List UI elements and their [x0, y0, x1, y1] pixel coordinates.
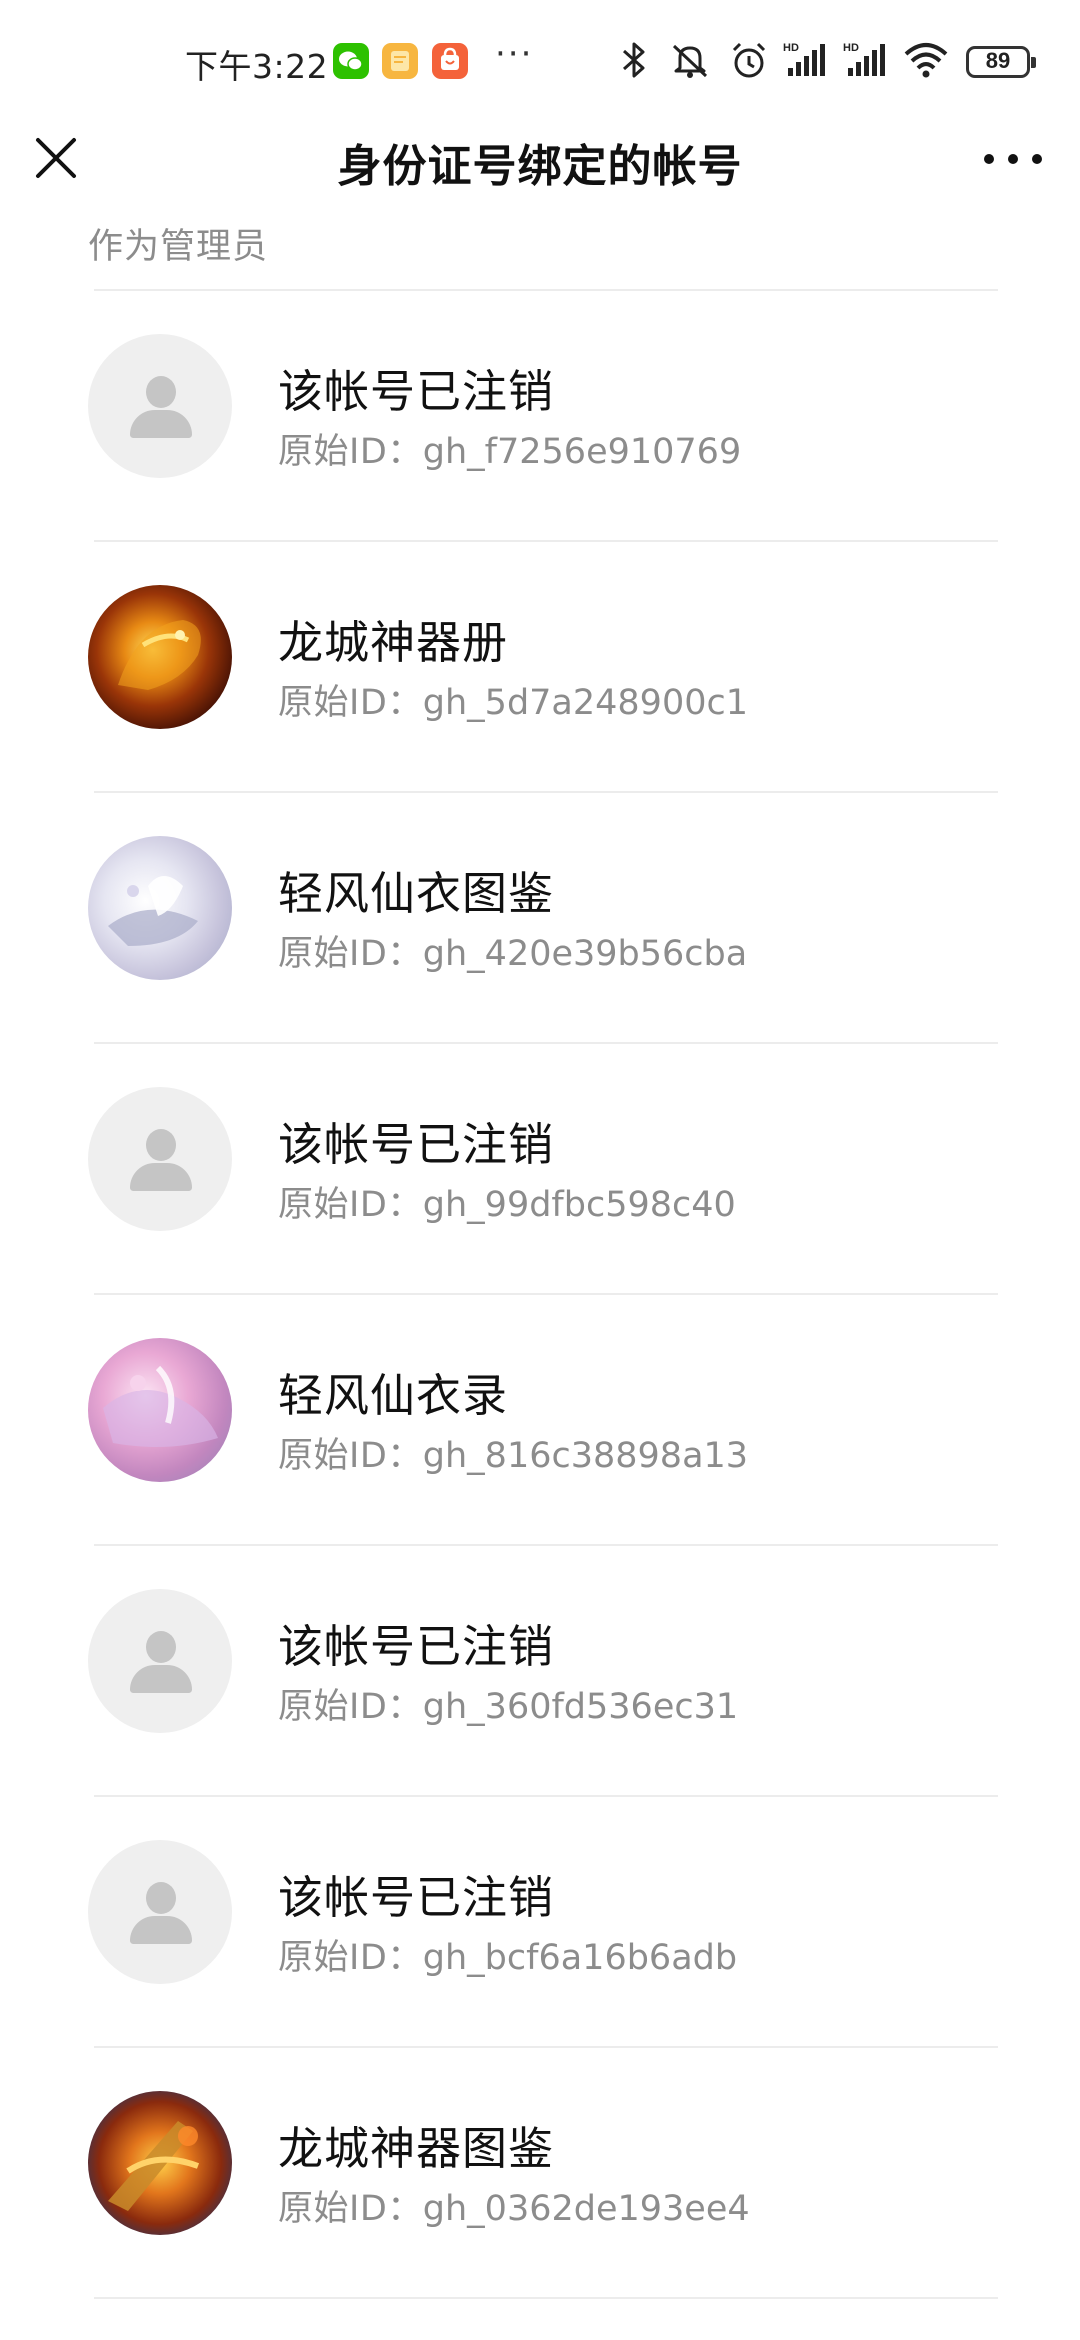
account-item[interactable]: 该帐号已注销 原始ID：gh_bcf6a16b6adb — [0, 1797, 1080, 2048]
account-id-label: 原始ID： — [278, 1185, 423, 1225]
signal-hd-icon: HD — [842, 40, 892, 84]
account-id-label: 原始ID： — [278, 1436, 423, 1476]
battery-icon: 89 — [966, 46, 1036, 78]
account-id-label: 原始ID： — [278, 1687, 423, 1727]
close-button[interactable] — [26, 128, 86, 188]
more-options-button[interactable] — [978, 138, 1048, 178]
more-dots-icon — [984, 154, 994, 164]
account-id: gh_360fd536ec31 — [422, 1687, 739, 1727]
account-name: 龙城神器册 — [278, 616, 509, 669]
section-label: 作为管理员 — [88, 227, 269, 267]
account-id-line: 原始ID：gh_5d7a248900c1 — [278, 674, 748, 725]
mute-icon — [668, 40, 712, 84]
status-bar: 下午3:22 ··· HD HD 89 — [0, 0, 1080, 116]
account-name: 该帐号已注销 — [278, 1871, 555, 1924]
account-id-line: 原始ID：gh_816c38898a13 — [278, 1427, 748, 1478]
account-avatar — [88, 585, 232, 729]
account-item[interactable]: 该帐号已注销 原始ID：gh_360fd536ec31 — [0, 1546, 1080, 1797]
account-avatar — [88, 836, 232, 980]
account-item[interactable]: 该帐号已注销 原始ID：gh_99dfbc598c40 — [0, 1044, 1080, 1295]
account-item[interactable]: 该帐号已注销 原始ID：gh_f7256e910769 — [0, 291, 1080, 542]
account-id-line: 原始ID：gh_f7256e910769 — [278, 423, 741, 474]
account-item[interactable]: 轻风仙衣图鉴 原始ID：gh_420e39b56cba — [0, 793, 1080, 1044]
shop-icon — [432, 43, 468, 79]
account-name: 该帐号已注销 — [278, 365, 555, 418]
account-name: 龙城神器图鉴 — [278, 2122, 555, 2175]
battery-level: 89 — [985, 48, 1011, 73]
default-avatar-icon — [88, 1840, 232, 1984]
more-dots-icon — [1032, 154, 1042, 164]
notes-icon — [382, 43, 418, 79]
account-name: 轻风仙衣图鉴 — [278, 867, 555, 920]
default-avatar-icon — [88, 1589, 232, 1733]
account-id-label: 原始ID： — [278, 1938, 423, 1978]
account-id-line: 原始ID：gh_bcf6a16b6adb — [278, 1929, 737, 1980]
page: 下午3:22 ··· HD HD 89 身份证号绑定的帐号 作为管理员 该帐号已… — [0, 0, 1080, 2340]
account-id-label: 原始ID： — [278, 683, 423, 723]
account-id: gh_816c38898a13 — [422, 1436, 749, 1476]
account-id: gh_5d7a248900c1 — [422, 683, 749, 723]
default-avatar-icon — [88, 334, 232, 478]
default-avatar-icon — [88, 1087, 232, 1231]
account-id-label: 原始ID： — [278, 432, 423, 472]
account-id: gh_bcf6a16b6adb — [422, 1938, 738, 1978]
nav-bar: 身份证号绑定的帐号 — [0, 116, 1080, 212]
row-divider — [94, 2297, 998, 2299]
page-title: 身份证号绑定的帐号 — [337, 141, 743, 192]
account-avatar — [88, 2091, 232, 2235]
account-id-line: 原始ID：gh_99dfbc598c40 — [278, 1176, 736, 1227]
account-id-label: 原始ID： — [278, 2189, 423, 2229]
alarm-icon — [728, 40, 770, 86]
svg-text:HD: HD — [783, 42, 799, 54]
account-id-line: 原始ID：gh_360fd536ec31 — [278, 1678, 738, 1729]
account-name: 该帐号已注销 — [278, 1118, 555, 1171]
svg-text:HD: HD — [843, 42, 859, 54]
account-item[interactable]: 龙城神器册 原始ID：gh_5d7a248900c1 — [0, 542, 1080, 793]
account-item[interactable]: 轻风仙衣录 原始ID：gh_816c38898a13 — [0, 1295, 1080, 1546]
status-more-icon: ··· — [495, 34, 534, 74]
account-id: gh_99dfbc598c40 — [422, 1185, 736, 1225]
wechat-icon — [333, 43, 369, 79]
account-id: gh_0362de193ee4 — [422, 2189, 750, 2229]
status-time: 下午3:22 — [185, 47, 329, 86]
close-icon — [36, 138, 76, 178]
account-id: gh_f7256e910769 — [422, 432, 742, 472]
account-list: 该帐号已注销 原始ID：gh_f7256e910769 龙城神器册 原始ID：g… — [0, 291, 1080, 2299]
account-id-label: 原始ID： — [278, 934, 423, 974]
account-avatar — [88, 1338, 232, 1482]
account-id-line: 原始ID：gh_420e39b56cba — [278, 925, 747, 976]
account-id-line: 原始ID：gh_0362de193ee4 — [278, 2180, 750, 2231]
account-name: 该帐号已注销 — [278, 1620, 555, 1673]
bluetooth-icon — [616, 40, 652, 84]
more-dots-icon — [1008, 154, 1018, 164]
account-id: gh_420e39b56cba — [422, 934, 748, 974]
wifi-icon — [902, 40, 950, 84]
account-name: 轻风仙衣录 — [278, 1369, 509, 1422]
signal-hd-icon: HD — [782, 40, 832, 84]
account-item[interactable]: 龙城神器图鉴 原始ID：gh_0362de193ee4 — [0, 2048, 1080, 2299]
